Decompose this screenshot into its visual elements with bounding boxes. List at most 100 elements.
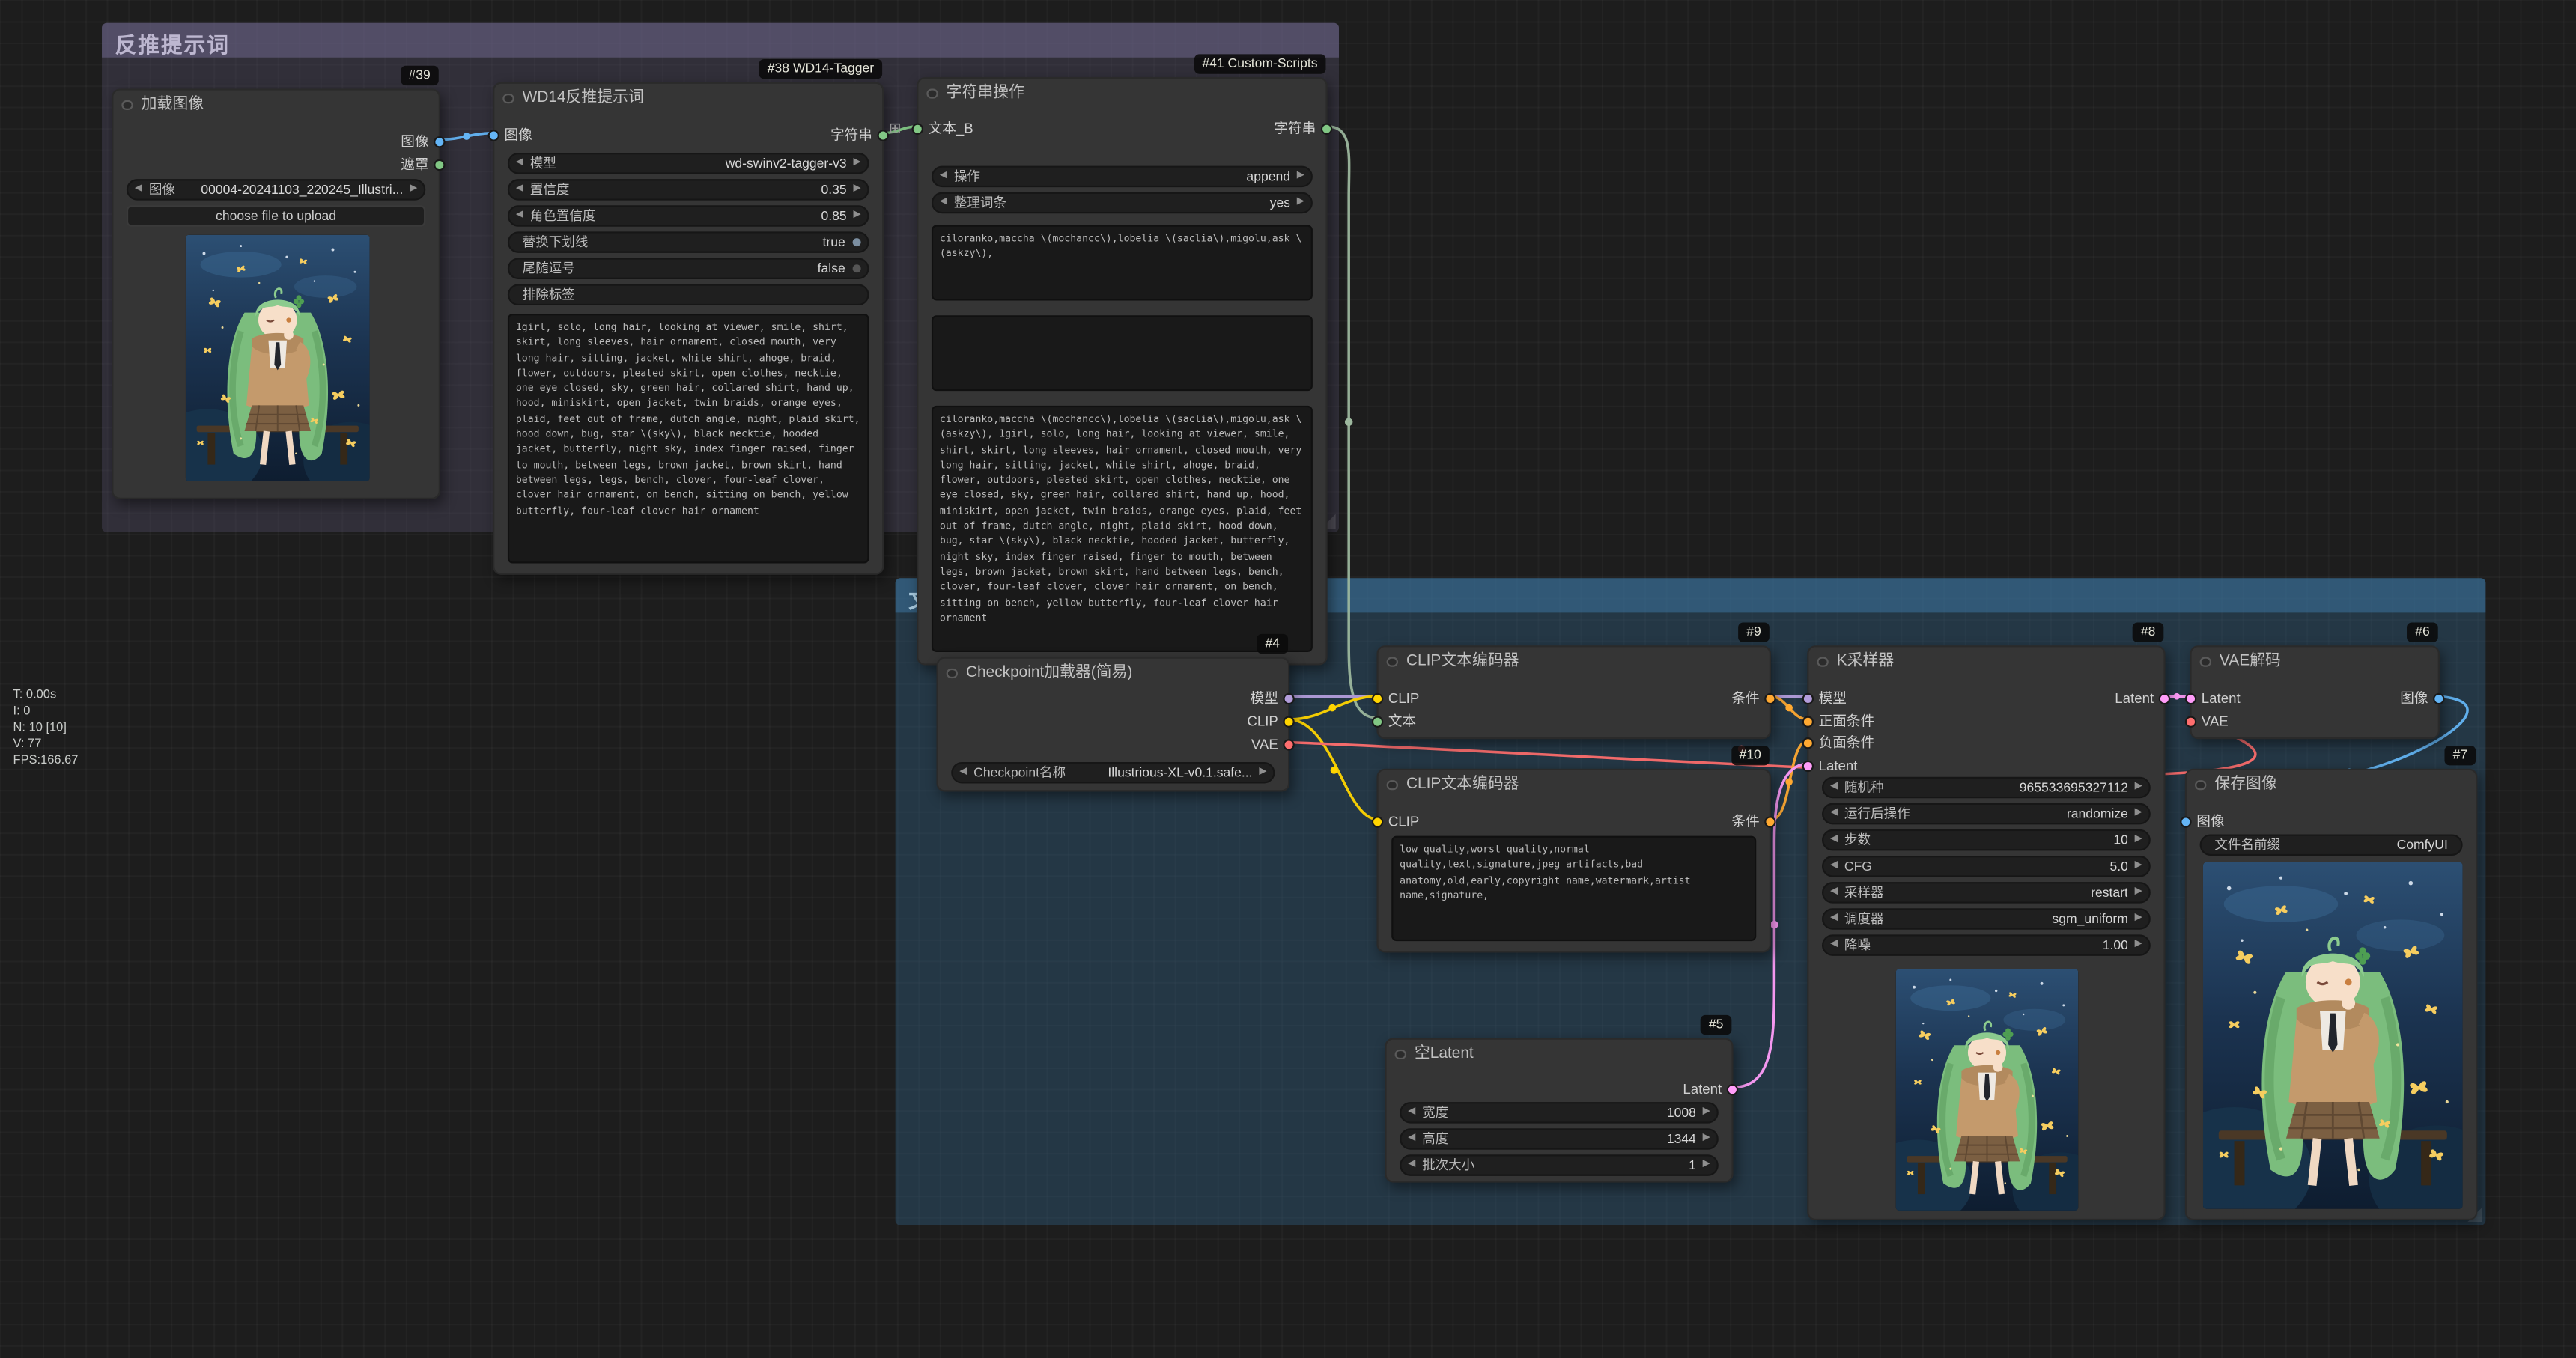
port-dot-icon[interactable]: [2185, 692, 2196, 704]
prev-icon[interactable]: ◀: [1830, 887, 1838, 897]
node-graph-canvas[interactable]: 反推提示词 文生图: [0, 0, 2576, 1358]
widget-denoise[interactable]: ◀ 降噪 1.00 ▶: [1822, 934, 2151, 954]
port-dot-icon[interactable]: [1802, 715, 1814, 726]
port-dot-icon[interactable]: [1802, 692, 1814, 704]
next-icon[interactable]: ▶: [853, 210, 860, 220]
collapse-toggle-icon[interactable]: [2195, 779, 2205, 790]
node-wd14-tagger[interactable]: #38 WD14-Tagger WD14反推提示词 图像 字符串 ◀ 模型 wd…: [493, 82, 884, 575]
widget-tidy-tags[interactable]: ◀ 整理词条 yes ▶: [932, 192, 1313, 213]
widget-trailing-comma[interactable]: 尾随逗号 false: [508, 258, 869, 278]
node-empty-latent[interactable]: #5 空Latent Latent ◀ 宽度 1008 ▶ ◀ 高度 1344 …: [1385, 1038, 1733, 1183]
input-port-latent[interactable]: Latent: [1802, 758, 1858, 773]
input-port-text-b[interactable]: 文本_B: [912, 121, 973, 136]
output-port-string[interactable]: 字符串: [830, 127, 889, 142]
next-icon[interactable]: ▶: [853, 158, 860, 168]
result-textarea[interactable]: ciloranko,maccha \(mochancc\),lobelia \(…: [932, 406, 1313, 652]
collapse-toggle-icon[interactable]: [2200, 656, 2211, 666]
next-icon[interactable]: ▶: [2135, 940, 2142, 949]
prev-icon[interactable]: ◀: [1830, 940, 1838, 949]
input-port-image[interactable]: 图像: [488, 127, 532, 142]
output-port-vae[interactable]: VAE: [1251, 737, 1295, 752]
prev-icon[interactable]: ◀: [940, 171, 947, 181]
widget-steps[interactable]: ◀ 步数 10 ▶: [1822, 829, 2151, 850]
collapse-toggle-icon[interactable]: [1387, 779, 1397, 790]
input-port-clip[interactable]: CLIP: [1372, 814, 1419, 829]
port-dot-icon[interactable]: [878, 129, 889, 140]
port-dot-icon[interactable]: [2185, 715, 2196, 726]
input-port-positive[interactable]: 正面条件: [1802, 713, 1875, 728]
tags-output-textarea[interactable]: 1girl, solo, long hair, looking at viewe…: [508, 314, 869, 563]
widget-character-threshold[interactable]: ◀ 角色置信度 0.85 ▶: [508, 205, 869, 225]
collapse-toggle-icon[interactable]: [121, 100, 132, 110]
input-port-clip[interactable]: CLIP: [1372, 691, 1419, 706]
next-icon[interactable]: ▶: [1297, 198, 1304, 207]
widget-sampler[interactable]: ◀ 采样器 restart ▶: [1822, 882, 2151, 902]
next-icon[interactable]: ▶: [2135, 835, 2142, 844]
widget-model[interactable]: ◀ 模型 wd-swinv2-tagger-v3 ▶: [508, 153, 869, 173]
group-header[interactable]: 反推提示词: [102, 23, 1339, 58]
port-dot-icon[interactable]: [912, 122, 923, 133]
input-port-model[interactable]: 模型: [1802, 691, 1847, 706]
output-port-latent[interactable]: Latent: [1683, 1082, 1738, 1097]
prev-icon[interactable]: ◀: [1408, 1107, 1415, 1117]
next-icon[interactable]: ▶: [1703, 1107, 1710, 1117]
input-port-latent[interactable]: Latent: [2185, 691, 2241, 706]
next-icon[interactable]: ▶: [1703, 1160, 1710, 1169]
node-clip-encode-positive[interactable]: #9 CLIP文本编码器 CLIP 文本 条件: [1376, 645, 1771, 739]
prev-icon[interactable]: ◀: [516, 184, 523, 194]
port-dot-icon[interactable]: [2180, 815, 2191, 826]
next-icon[interactable]: ▶: [2135, 782, 2142, 792]
text-b-textarea[interactable]: [932, 315, 1313, 391]
widget-batch-size[interactable]: ◀ 批次大小 1 ▶: [1400, 1154, 1719, 1175]
widget-checkpoint-name[interactable]: ◀ Checkpoint名称 Illustrious-XL-v0.1.safe.…: [951, 762, 1275, 782]
port-dot-icon[interactable]: [1802, 760, 1814, 771]
widget-width[interactable]: ◀ 宽度 1008 ▶: [1400, 1102, 1719, 1122]
widget-control-after-generate[interactable]: ◀ 运行后操作 randomize ▶: [1822, 803, 2151, 823]
next-icon[interactable]: ▶: [1259, 767, 1266, 777]
prev-icon[interactable]: ◀: [959, 767, 967, 777]
widget-seed[interactable]: ◀ 随机种 965533695327112 ▶: [1822, 777, 2151, 797]
output-port-model[interactable]: 模型: [1251, 691, 1295, 706]
port-dot-icon[interactable]: [1283, 738, 1294, 749]
negative-prompt-textarea[interactable]: low quality,worst quality,normal quality…: [1391, 836, 1756, 941]
widget-cfg[interactable]: ◀ CFG 5.0 ▶: [1822, 856, 2151, 876]
grid-icon[interactable]: ⊞: [889, 120, 902, 138]
port-dot-icon[interactable]: [434, 136, 445, 147]
prev-icon[interactable]: ◀: [135, 184, 142, 194]
collapse-toggle-icon[interactable]: [926, 88, 937, 98]
next-icon[interactable]: ▶: [1703, 1133, 1710, 1143]
widget-image-filename[interactable]: ◀ 图像 00004-20241103_220245_Illustri... ▶: [127, 179, 425, 199]
prev-icon[interactable]: ◀: [1830, 809, 1838, 818]
next-icon[interactable]: ▶: [2135, 913, 2142, 923]
next-icon[interactable]: ▶: [2135, 887, 2142, 897]
input-port-text[interactable]: 文本: [1372, 713, 1416, 728]
port-dot-icon[interactable]: [1372, 815, 1383, 826]
input-port-vae[interactable]: VAE: [2185, 713, 2229, 728]
prev-icon[interactable]: ◀: [1830, 782, 1838, 792]
collapse-toggle-icon[interactable]: [1395, 1049, 1406, 1059]
port-dot-icon[interactable]: [1802, 737, 1814, 748]
prev-icon[interactable]: ◀: [1408, 1133, 1415, 1143]
output-port-string[interactable]: 字符串: [1274, 121, 1332, 136]
prev-icon[interactable]: ◀: [1830, 835, 1838, 844]
node-checkpoint-loader[interactable]: #4 Checkpoint加载器(简易) 模型 CLIP VAE ◀ Check…: [937, 657, 1290, 792]
node-ksampler[interactable]: #8 K采样器 模型 正面条件 负面条件 Latent Latent ◀ 随机种…: [1807, 645, 2165, 1220]
prev-icon[interactable]: ◀: [1830, 861, 1838, 871]
port-dot-icon[interactable]: [1764, 815, 1775, 826]
port-dot-icon[interactable]: [1727, 1083, 1738, 1094]
port-dot-icon[interactable]: [2433, 692, 2444, 704]
output-port-clip[interactable]: CLIP: [1247, 713, 1294, 728]
upload-button[interactable]: choose file to upload: [127, 205, 425, 225]
next-icon[interactable]: ▶: [2135, 809, 2142, 818]
collapse-toggle-icon[interactable]: [1387, 656, 1397, 666]
port-dot-icon[interactable]: [1283, 715, 1294, 726]
collapse-toggle-icon[interactable]: [947, 668, 957, 678]
widget-height[interactable]: ◀ 高度 1344 ▶: [1400, 1128, 1719, 1148]
output-port-conditioning[interactable]: 条件: [1731, 691, 1775, 706]
output-port-image[interactable]: 图像: [2400, 691, 2444, 706]
collapse-toggle-icon[interactable]: [1817, 656, 1827, 666]
port-dot-icon[interactable]: [1372, 715, 1383, 726]
next-icon[interactable]: ▶: [410, 184, 417, 194]
node-clip-encode-negative[interactable]: #10 CLIP文本编码器 CLIP 条件 low quality,worst …: [1376, 769, 1771, 953]
port-dot-icon[interactable]: [488, 129, 499, 140]
